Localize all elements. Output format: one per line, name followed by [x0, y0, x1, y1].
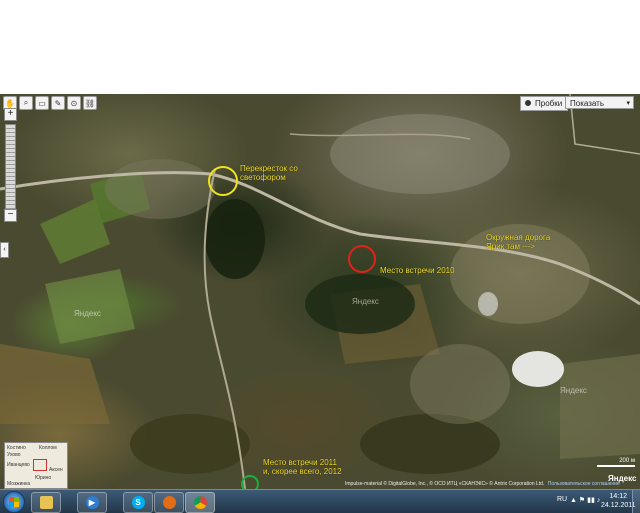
chevron-down-icon: ▾	[626, 100, 630, 107]
pen-icon[interactable]: ✎	[51, 96, 65, 110]
start-button[interactable]	[3, 491, 25, 513]
show-desktop-button[interactable]	[632, 490, 640, 513]
meet2011-line2: и, скорее всего, 2012	[263, 467, 342, 476]
layer-select-dropdown[interactable]: Показать ▾	[565, 96, 634, 109]
zoom-in-button[interactable]: +	[4, 108, 17, 121]
traffic-layer-label: Пробки	[535, 99, 563, 108]
meet2010-annotation: Место встречи 2010	[380, 266, 455, 275]
traffic-layer-button[interactable]: Пробки	[520, 96, 569, 111]
taskbar-media-player[interactable]: ▶	[77, 492, 107, 513]
copyright-text: Impulse-material © DigitalGlobe, Inc., ©…	[345, 481, 620, 487]
tray-icons[interactable]: ▲ ⚑ ▮▮ ♪	[570, 496, 600, 504]
taskbar-firefox[interactable]	[154, 492, 184, 513]
clock-time: 14:12	[609, 493, 628, 500]
field-green-3	[45, 269, 135, 344]
meet2010-marker	[348, 245, 376, 273]
ringroad-annotation: Окружная дорога Ярик там --->	[486, 233, 550, 251]
magnifier-icon[interactable]: ⌕	[19, 96, 33, 110]
crossroad-line2: светофором	[240, 173, 286, 182]
yandex-logo: Яндекс	[608, 474, 637, 483]
satellite-map[interactable]	[0, 94, 640, 489]
forest-3	[130, 414, 250, 474]
taskbar-explorer[interactable]	[31, 492, 61, 513]
meet2011-line1: Место встречи 2011	[263, 458, 337, 467]
clock[interactable]: 14:12 24.12.2011	[601, 492, 636, 510]
crossroad-annotation: Перекресток со светофором	[240, 164, 298, 182]
taskbar-skype[interactable]: S	[123, 492, 153, 513]
explorer-icon	[39, 496, 53, 509]
collapse-panel-arrow-icon[interactable]: ‹	[0, 242, 9, 258]
scale-bar: 200 м	[597, 458, 635, 467]
village-3	[105, 159, 215, 219]
minimap-label: Аксен	[49, 467, 63, 473]
search-icon[interactable]: ⊙	[67, 96, 81, 110]
ruler-icon[interactable]: ▭	[35, 96, 49, 110]
zoom-slider[interactable]	[5, 124, 16, 210]
village-4	[410, 344, 510, 424]
minimap-label: Мозжинка	[7, 481, 31, 487]
copyright-sources: Impulse-material © DigitalGlobe, Inc., ©…	[345, 481, 545, 487]
language-indicator[interactable]: RU	[557, 496, 567, 503]
minimap-label: Костино	[7, 445, 26, 451]
scale-line	[597, 465, 635, 467]
chrome-icon	[193, 496, 207, 509]
field-brown-1	[0, 344, 110, 424]
ringroad-line2: Ярик там --->	[486, 242, 535, 251]
overview-minimap[interactable]: Костино Коллом Ухово Иванцево Аксен Юрин…	[4, 442, 68, 489]
link-icon[interactable]: ⛓	[83, 96, 97, 110]
field-gray	[560, 354, 640, 459]
blank-header-area	[0, 0, 640, 94]
minimap-label: Иванцево	[7, 462, 30, 468]
yandex-watermark: Яндекс	[560, 386, 587, 395]
windows-logo-icon	[9, 497, 19, 507]
zoom-out-button[interactable]: −	[4, 209, 17, 222]
cloud-2	[478, 292, 498, 316]
yandex-watermark: Яндекс	[352, 297, 379, 306]
ringroad-line1: Окружная дорога	[486, 233, 551, 242]
windows-taskbar: ▶ S RU ▲ ⚑ ▮▮ ♪ 14:12 24.12.2011	[0, 489, 640, 513]
minimap-viewport[interactable]	[33, 459, 47, 471]
minimap-label: Коллом	[39, 445, 57, 451]
layer-select-label: Показать	[570, 99, 605, 108]
minimap-label: Ухово	[7, 452, 21, 458]
meet2010-label: Место встречи 2010	[380, 266, 455, 275]
minimap-label: Юрино	[35, 475, 52, 481]
crossroad-line1: Перекресток со	[240, 164, 298, 173]
media-player-icon: ▶	[85, 496, 99, 509]
taskbar-chrome[interactable]	[185, 492, 215, 513]
scale-label: 200 м	[619, 458, 635, 464]
cloud-1	[512, 351, 564, 387]
yandex-watermark: Яндекс	[74, 309, 101, 318]
traffic-light-icon	[525, 100, 531, 106]
forest-1	[205, 199, 265, 279]
clock-date: 24.12.2011	[601, 502, 636, 509]
forest-4	[360, 414, 500, 474]
skype-icon: S	[131, 496, 145, 509]
meet2011-annotation: Место встречи 2011 и, скорее всего, 2012	[263, 458, 342, 476]
map-imagery	[0, 94, 640, 489]
firefox-icon	[162, 496, 176, 509]
village-1	[330, 114, 510, 194]
map-toolbar: ✋ ⌕ ▭ ✎ ⊙ ⛓	[3, 96, 97, 110]
